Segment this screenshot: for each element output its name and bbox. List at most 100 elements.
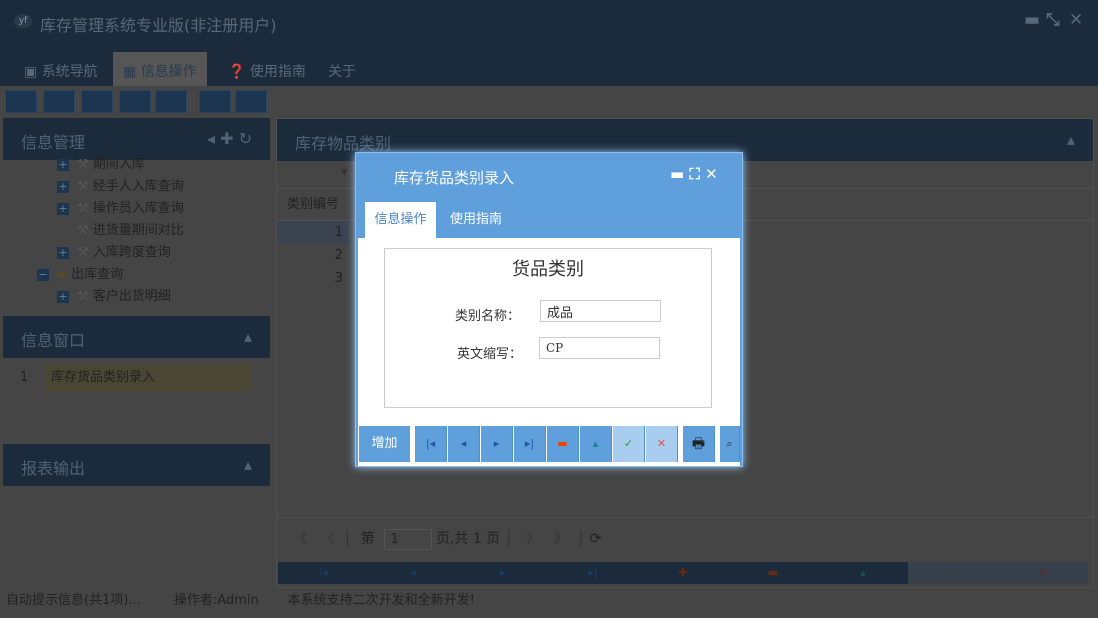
tree-item-label: 入库跨度查询	[92, 245, 171, 260]
table-row[interactable]: 3	[277, 267, 349, 290]
next-record-button[interactable]: ▸	[481, 426, 513, 462]
cancel-button[interactable]: ✕	[998, 562, 1088, 584]
window-tool-button[interactable]	[155, 90, 187, 113]
status-bar: 自动提示信息(共1项)... 操作者:Admin 本系统支持二次开发和全新开发!	[0, 588, 1098, 618]
tree-item[interactable]: + ⚒ 经手人入库查询	[57, 176, 270, 198]
minimize-icon[interactable]: ▬	[1024, 10, 1040, 30]
tree-item[interactable]: ⚒ 进货量期间对比	[57, 220, 270, 242]
tree-item[interactable]: + ⚒ 入库跨度查询	[57, 242, 270, 264]
delete-button[interactable]: ▬	[547, 426, 579, 462]
dialog-tab-info-ops[interactable]: 信息操作	[365, 202, 436, 238]
add-button[interactable]: 增加	[359, 426, 410, 462]
edit-button[interactable]: ▴	[580, 426, 612, 462]
tree-item[interactable]: + ⚒ 期间入库	[57, 154, 270, 176]
first-record-button[interactable]: |◂	[415, 426, 447, 462]
panel-title: 报表输出	[21, 459, 86, 478]
status-operator: 操作者:Admin	[173, 593, 259, 608]
last-record-button[interactable]: ▸|	[548, 562, 638, 584]
collapse-icon[interactable]: −	[37, 268, 49, 281]
status-notice: 本系统支持二次开发和全新开发!	[287, 593, 475, 608]
collapse-icon[interactable]: ▴	[244, 327, 252, 346]
english-abbr-input[interactable]	[539, 337, 660, 359]
prev-record-button[interactable]: ◂	[448, 426, 480, 462]
expand-icon[interactable]: +	[57, 202, 69, 215]
refresh-icon[interactable]: ⟳	[590, 531, 602, 547]
confirm-button[interactable]: ✓	[613, 426, 645, 462]
item-number: 1	[19, 370, 29, 385]
info-window-header: 信息窗口 ▴	[3, 316, 270, 358]
confirm-button[interactable]: ✓	[908, 562, 998, 584]
expand-icon[interactable]: +	[57, 180, 69, 193]
delete-record-button[interactable]: ▬	[728, 562, 818, 584]
category-name-input[interactable]	[540, 300, 661, 322]
maximize-icon[interactable]: ⛶	[689, 165, 700, 183]
restore-icon[interactable]: ⤡	[1046, 10, 1060, 30]
prev-page-button[interactable]: 〈	[320, 531, 334, 547]
tree-item-label: 期间入库	[92, 157, 145, 172]
close-icon[interactable]: ✕	[705, 165, 718, 183]
tool-icon: ⚒	[77, 223, 93, 238]
window-list-item[interactable]: 1 库存货品类别录入	[3, 364, 270, 392]
tab-guide[interactable]: ❓ 使用指南	[218, 52, 316, 86]
collapse-icon[interactable]: ▴	[244, 455, 252, 474]
panel-title: 库存物品类别	[295, 134, 392, 153]
main-tab-bar: ▣ 系统导航 ▦ 信息操作 ❓ 使用指南 关于	[0, 44, 1098, 86]
expand-icon[interactable]: +	[57, 246, 69, 259]
tree-item-label: 进货量期间对比	[92, 223, 184, 238]
dialog-tab-guide[interactable]: 使用指南	[436, 202, 516, 238]
tree-item-label: 出库查询	[71, 267, 124, 282]
collapse-icon[interactable]: ▴	[1067, 130, 1075, 149]
window-icon: ▣	[24, 64, 38, 80]
nav-tree: + ⚒ 期间入库 + ⚒ 经手人入库查询 + ⚒ 操作员入库查询 ⚒ 进货量期间对比 …	[3, 154, 270, 312]
tree-item[interactable]: + ⚒ 客户出货明细	[57, 286, 270, 308]
edit-record-button[interactable]: ▴	[818, 562, 908, 584]
minimize-icon[interactable]: ▬	[670, 165, 684, 183]
user-tool-button[interactable]	[119, 90, 151, 113]
status-hint: 自动提示信息(共1项)...	[6, 593, 141, 608]
help-icon: ❓	[228, 64, 246, 80]
last-record-button[interactable]: ▸|	[514, 426, 546, 462]
tree-item-label: 经手人入库查询	[92, 179, 184, 194]
grid-icon: ▦	[123, 64, 137, 80]
category-entry-dialog: 库存货品类别录入 ▬ ⛶ ✕ 信息操作 使用指南 货品类别 类别名称： 英文缩写…	[355, 152, 743, 467]
field-label: 类别名称：	[455, 309, 521, 324]
item-label: 库存货品类别录入	[45, 364, 251, 392]
cancel-button[interactable]: ✕	[646, 426, 678, 462]
document-tool-button[interactable]	[81, 90, 113, 113]
list-tool-button[interactable]	[43, 90, 75, 113]
tab-label: 关于	[328, 64, 356, 80]
tab-label: 系统导航	[41, 64, 98, 80]
export-tool-button[interactable]	[199, 90, 231, 113]
first-page-button[interactable]: 《	[293, 531, 307, 547]
preview-button[interactable]: ⌕	[720, 426, 740, 462]
tab-system-nav[interactable]: ▣ 系统导航	[14, 52, 108, 86]
prev-record-button[interactable]: ◂	[368, 562, 458, 584]
tab-about[interactable]: 关于	[318, 52, 366, 86]
report-header: 报表输出 ▴	[3, 444, 270, 486]
search-tool-button[interactable]	[5, 90, 37, 113]
tool-icon: ⚒	[77, 157, 93, 172]
table-row[interactable]: 2	[277, 244, 349, 267]
first-record-button[interactable]: |◂	[278, 562, 368, 584]
table-row[interactable]: 1	[277, 221, 349, 244]
tree-folder[interactable]: − ▰ 出库查询	[37, 264, 270, 286]
tab-info-ops[interactable]: ▦ 信息操作	[113, 52, 207, 86]
page-input[interactable]	[383, 529, 432, 550]
close-icon[interactable]: ✕	[1069, 10, 1083, 30]
pager: 《 〈 │ 第 页,共 1 页 │ 〉 》 │ ⟳	[277, 517, 1093, 557]
tab-label: 信息操作	[140, 64, 197, 80]
category-fieldset: 货品类别 类别名称： 英文缩写：	[384, 248, 712, 408]
dialog-window-controls: ▬ ⛶ ✕	[670, 165, 718, 183]
next-record-button[interactable]: ▸	[458, 562, 548, 584]
expand-icon[interactable]: +	[57, 290, 69, 303]
print-tool-button[interactable]	[235, 90, 267, 113]
expand-icon[interactable]: +	[57, 158, 69, 171]
print-button[interactable]: 🖶	[683, 426, 715, 462]
tool-icon: ⚒	[77, 289, 93, 304]
next-page-button[interactable]: 〉	[526, 531, 540, 547]
bottom-nav-bar: |◂ ◂ ▸ ▸| ✚ ▬ ▴ ✓ ✕	[278, 562, 1088, 584]
add-record-button[interactable]: ✚	[638, 562, 728, 584]
panel-tools-icon[interactable]: ◂ ✚ ↻	[207, 129, 252, 148]
tree-item[interactable]: + ⚒ 操作员入库查询	[57, 198, 270, 220]
last-page-button[interactable]: 》	[554, 531, 568, 547]
